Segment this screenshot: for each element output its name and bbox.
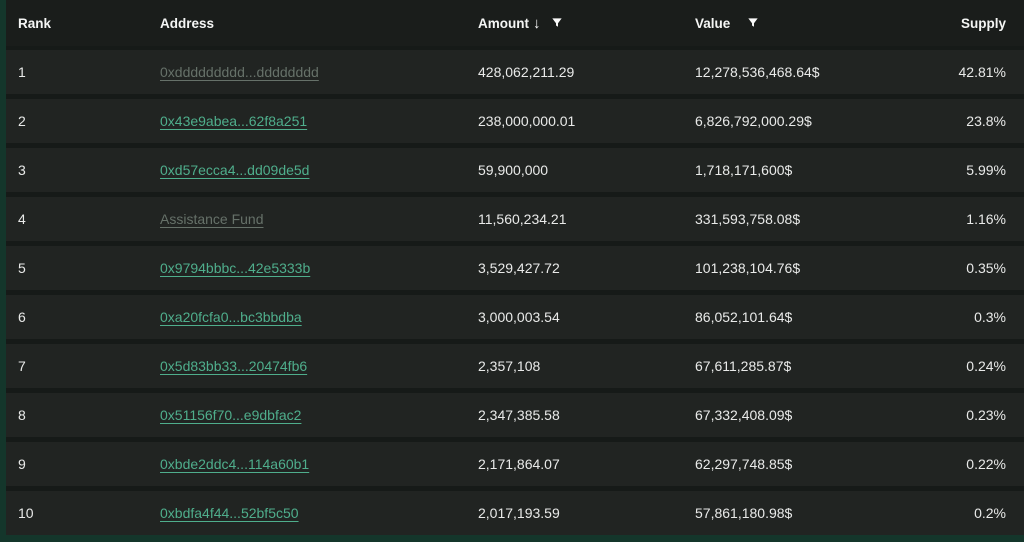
amount-cell: 2,357,108 xyxy=(478,358,695,374)
table-row: 1 0xddddddddd...dddddddd 428,062,211.29 … xyxy=(6,50,1024,94)
address-link[interactable]: 0xd57ecca4...dd09de5d xyxy=(160,162,309,178)
amount-cell: 2,017,193.59 xyxy=(478,505,695,521)
rank-cell: 7 xyxy=(6,358,160,374)
value-filter-funnel-icon[interactable] xyxy=(746,16,760,30)
address-link[interactable]: 0x9794bbbc...42e5333b xyxy=(160,260,310,276)
left-accent-border xyxy=(0,0,6,542)
value-cell: 101,238,104.76$ xyxy=(695,260,884,276)
table-body: 1 0xddddddddd...dddddddd 428,062,211.29 … xyxy=(6,50,1024,535)
value-cell: 57,861,180.98$ xyxy=(695,505,884,521)
bottom-accent-border xyxy=(0,535,1024,542)
table-row: 5 0x9794bbbc...42e5333b 3,529,427.72 101… xyxy=(6,246,1024,290)
address-link[interactable]: 0xa20fcfa0...bc3bbdba xyxy=(160,309,302,325)
column-header-address: Address xyxy=(160,16,478,31)
column-header-rank: Rank xyxy=(6,16,160,31)
table-row: 7 0x5d83bb33...20474fb6 2,357,108 67,611… xyxy=(6,344,1024,388)
column-header-value: Value xyxy=(695,16,884,31)
address-link[interactable]: 0xddddddddd...dddddddd xyxy=(160,64,319,80)
value-cell: 6,826,792,000.29$ xyxy=(695,113,884,129)
supply-cell: 0.3% xyxy=(884,309,1024,325)
address-cell: 0x5d83bb33...20474fb6 xyxy=(160,358,478,374)
supply-cell: 0.22% xyxy=(884,456,1024,472)
address-cell: Assistance Fund xyxy=(160,211,478,227)
table-row: 2 0x43e9abea...62f8a251 238,000,000.01 6… xyxy=(6,99,1024,143)
address-link[interactable]: Assistance Fund xyxy=(160,211,264,227)
address-cell: 0xddddddddd...dddddddd xyxy=(160,64,478,80)
table: Rank Address Amount ↓ Value Supply 1 0xd… xyxy=(6,0,1024,535)
sort-descending-icon[interactable]: ↓ xyxy=(533,16,541,31)
table-row: 3 0xd57ecca4...dd09de5d 59,900,000 1,718… xyxy=(6,148,1024,192)
rank-cell: 5 xyxy=(6,260,160,276)
value-cell: 86,052,101.64$ xyxy=(695,309,884,325)
amount-cell: 428,062,211.29 xyxy=(478,64,695,80)
table-row: 6 0xa20fcfa0...bc3bbdba 3,000,003.54 86,… xyxy=(6,295,1024,339)
address-cell: 0xbdfa4f44...52bf5c50 xyxy=(160,505,478,521)
amount-cell: 2,171,864.07 xyxy=(478,456,695,472)
amount-cell: 59,900,000 xyxy=(478,162,695,178)
richlist-table: Rank Address Amount ↓ Value Supply 1 0xd… xyxy=(0,0,1024,542)
supply-cell: 42.81% xyxy=(884,64,1024,80)
address-cell: 0x51156f70...e9dbfac2 xyxy=(160,407,478,423)
value-cell: 67,332,408.09$ xyxy=(695,407,884,423)
value-cell: 1,718,171,600$ xyxy=(695,162,884,178)
table-row: 8 0x51156f70...e9dbfac2 2,347,385.58 67,… xyxy=(6,393,1024,437)
rank-cell: 1 xyxy=(6,64,160,80)
amount-cell: 11,560,234.21 xyxy=(478,211,695,227)
supply-cell: 0.24% xyxy=(884,358,1024,374)
address-cell: 0x9794bbbc...42e5333b xyxy=(160,260,478,276)
table-row: 10 0xbdfa4f44...52bf5c50 2,017,193.59 57… xyxy=(6,491,1024,535)
rank-cell: 2 xyxy=(6,113,160,129)
column-header-supply: Supply xyxy=(884,16,1024,31)
address-cell: 0x43e9abea...62f8a251 xyxy=(160,113,478,129)
supply-cell: 0.35% xyxy=(884,260,1024,276)
address-cell: 0xbde2ddc4...114a60b1 xyxy=(160,456,478,472)
column-header-amount: Amount ↓ xyxy=(478,16,695,31)
address-link[interactable]: 0xbde2ddc4...114a60b1 xyxy=(160,456,309,472)
address-link[interactable]: 0xbdfa4f44...52bf5c50 xyxy=(160,505,299,521)
amount-cell: 2,347,385.58 xyxy=(478,407,695,423)
rank-cell: 4 xyxy=(6,211,160,227)
address-link[interactable]: 0x5d83bb33...20474fb6 xyxy=(160,358,307,374)
supply-cell: 1.16% xyxy=(884,211,1024,227)
rank-cell: 10 xyxy=(6,505,160,521)
rank-cell: 9 xyxy=(6,456,160,472)
table-header-row: Rank Address Amount ↓ Value Supply xyxy=(6,0,1024,46)
address-link[interactable]: 0x43e9abea...62f8a251 xyxy=(160,113,307,129)
column-header-amount-label[interactable]: Amount xyxy=(478,16,529,31)
value-cell: 331,593,758.08$ xyxy=(695,211,884,227)
amount-cell: 3,000,003.54 xyxy=(478,309,695,325)
value-cell: 12,278,536,468.64$ xyxy=(695,64,884,80)
column-header-value-label[interactable]: Value xyxy=(695,16,730,31)
amount-cell: 238,000,000.01 xyxy=(478,113,695,129)
address-cell: 0xa20fcfa0...bc3bbdba xyxy=(160,309,478,325)
value-cell: 67,611,285.87$ xyxy=(695,358,884,374)
address-link[interactable]: 0x51156f70...e9dbfac2 xyxy=(160,407,301,423)
supply-cell: 5.99% xyxy=(884,162,1024,178)
rank-cell: 8 xyxy=(6,407,160,423)
rank-cell: 6 xyxy=(6,309,160,325)
amount-cell: 3,529,427.72 xyxy=(478,260,695,276)
supply-cell: 0.23% xyxy=(884,407,1024,423)
table-row: 4 Assistance Fund 11,560,234.21 331,593,… xyxy=(6,197,1024,241)
value-cell: 62,297,748.85$ xyxy=(695,456,884,472)
table-row: 9 0xbde2ddc4...114a60b1 2,171,864.07 62,… xyxy=(6,442,1024,486)
supply-cell: 0.2% xyxy=(884,505,1024,521)
supply-cell: 23.8% xyxy=(884,113,1024,129)
address-cell: 0xd57ecca4...dd09de5d xyxy=(160,162,478,178)
amount-filter-funnel-icon[interactable] xyxy=(550,16,564,30)
rank-cell: 3 xyxy=(6,162,160,178)
